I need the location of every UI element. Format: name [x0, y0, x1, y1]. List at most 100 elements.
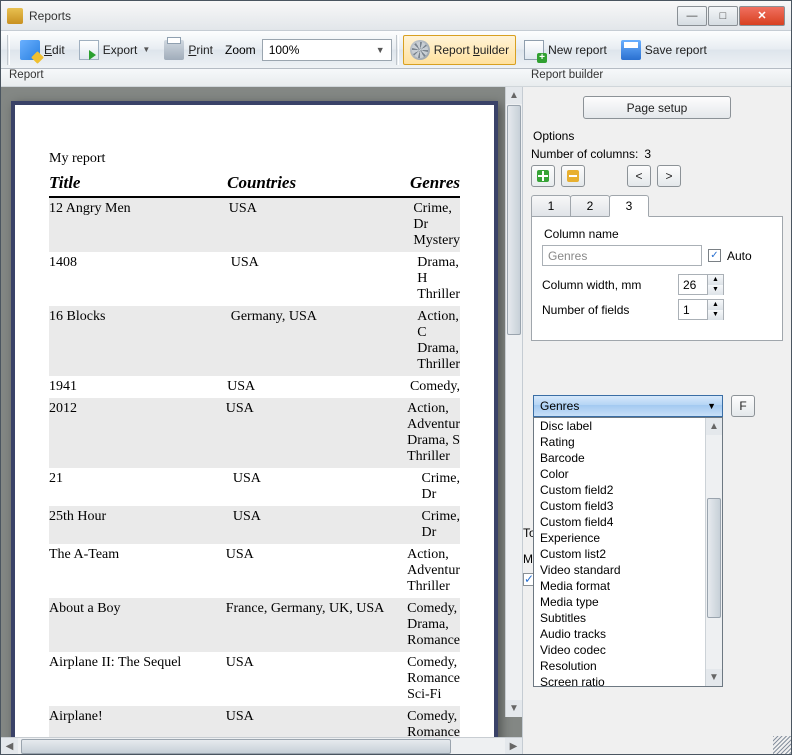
window-maximize-button[interactable]: □	[708, 6, 738, 26]
scroll-right-icon[interactable]: ▶	[505, 738, 522, 755]
combo-option[interactable]: Media type	[534, 594, 705, 610]
prev-column-button[interactable]: <	[627, 165, 651, 187]
preview-horizontal-scrollbar[interactable]: ◀ ▶	[1, 737, 522, 754]
cell-countries: USA	[233, 509, 422, 541]
app-window: Reports — □ ✕ Edit Export ▼ Print Zoom 1…	[0, 0, 792, 755]
cell-title: The A-Team	[49, 547, 226, 595]
list-scrollbar[interactable]: ▲ ▼	[705, 418, 722, 686]
chevron-down-icon: ▼	[707, 401, 716, 411]
combo-option[interactable]: Barcode	[534, 450, 705, 466]
cell-countries: USA	[226, 655, 407, 703]
save-icon	[621, 40, 641, 60]
scroll-thumb[interactable]	[507, 105, 521, 335]
table-row: 1408USADrama, H Thriller	[49, 252, 460, 306]
zoom-label: Zoom	[225, 43, 256, 57]
spin-up-icon[interactable]: ▲	[708, 300, 723, 310]
export-button[interactable]: Export ▼	[73, 35, 157, 65]
window-minimize-button[interactable]: —	[677, 6, 707, 26]
print-button[interactable]: Print	[158, 35, 219, 65]
window-title: Reports	[29, 9, 677, 23]
save-report-button[interactable]: Save report	[615, 35, 713, 65]
column-name-label: Column name	[544, 227, 772, 241]
combo-option[interactable]: Custom list2	[534, 546, 705, 562]
column-tabs: 1 2 3	[531, 195, 783, 217]
next-column-button[interactable]: >	[657, 165, 681, 187]
tab-1[interactable]: 1	[531, 195, 571, 217]
cell-title: 2012	[49, 401, 226, 465]
field-format-button[interactable]: F	[731, 395, 755, 417]
combo-option[interactable]: Video standard	[534, 562, 705, 578]
cell-countries: USA	[226, 547, 407, 595]
chevron-down-icon: ▼	[376, 45, 385, 55]
window-close-button[interactable]: ✕	[739, 6, 785, 26]
combo-option[interactable]: Video codec	[534, 642, 705, 658]
cell-title: Airplane!	[49, 709, 226, 737]
cell-genres: Drama, H Thriller	[417, 255, 460, 303]
scroll-down-icon[interactable]: ▼	[506, 700, 522, 717]
combo-option[interactable]: Disc label	[534, 418, 705, 434]
table-row: The A-TeamUSAAction, Adventur Thriller	[49, 544, 460, 598]
col-header-title: Title	[49, 173, 227, 193]
cell-title: 12 Angry Men	[49, 201, 229, 249]
add-column-button[interactable]	[531, 165, 555, 187]
page-setup-button[interactable]: Page setup	[583, 96, 731, 119]
scroll-left-icon[interactable]: ◀	[1, 738, 18, 755]
combo-option[interactable]: Rating	[534, 434, 705, 450]
report-builder-button[interactable]: Report builder	[403, 35, 516, 65]
field-combo[interactable]: Genres ▼ Disc labelRatingBarcodeColorCus…	[533, 395, 723, 687]
scroll-up-icon[interactable]: ▲	[706, 418, 722, 435]
combo-option[interactable]: Color	[534, 466, 705, 482]
tab-3[interactable]: 3	[609, 195, 649, 217]
field-combo-list[interactable]: Disc labelRatingBarcodeColorCustom field…	[533, 417, 723, 687]
combo-option[interactable]: Custom field4	[534, 514, 705, 530]
scroll-up-icon[interactable]: ▲	[506, 87, 522, 104]
scroll-thumb[interactable]	[707, 498, 721, 618]
num-fields-spinner[interactable]: ▲▼	[678, 299, 724, 320]
combo-option[interactable]: Audio tracks	[534, 626, 705, 642]
builder-pane-label: Report builder	[523, 69, 791, 86]
zoom-combo[interactable]: 100% ▼	[262, 39, 392, 61]
report-pane-label: Report	[1, 69, 523, 86]
preview-vertical-scrollbar[interactable]: ▲ ▼	[505, 87, 522, 717]
combo-option[interactable]: Screen ratio	[534, 674, 705, 687]
cell-genres: Action, Adventur Thriller	[407, 547, 460, 595]
cell-countries: USA	[226, 401, 407, 465]
column-name-input[interactable]	[542, 245, 702, 266]
edit-icon	[20, 40, 40, 60]
cell-title: Airplane II: The Sequel	[49, 655, 226, 703]
scroll-thumb[interactable]	[21, 739, 451, 754]
combo-option[interactable]: Subtitles	[534, 610, 705, 626]
combo-option[interactable]: Media format	[534, 578, 705, 594]
cell-title: 25th Hour	[49, 509, 233, 541]
gear-icon	[410, 40, 430, 60]
combo-option[interactable]: Experience	[534, 530, 705, 546]
cell-title: About a Boy	[49, 601, 226, 649]
cell-countries: USA	[233, 471, 422, 503]
combo-option[interactable]: Custom field2	[534, 482, 705, 498]
edit-button[interactable]: Edit	[14, 35, 71, 65]
col-header-genres: Genres	[410, 173, 460, 193]
cell-title: 21	[49, 471, 233, 503]
spin-down-icon[interactable]: ▼	[708, 310, 723, 320]
col-header-countries: Countries	[227, 173, 410, 193]
auto-checkbox[interactable]: ✓	[708, 249, 721, 262]
cell-genres: Crime, Dr Mystery	[413, 201, 460, 249]
cell-genres: Action, C Drama, Thriller	[417, 309, 460, 373]
report-preview-pane: My report Title Countries Genres 12 Angr…	[1, 87, 523, 754]
combo-option[interactable]: Resolution	[534, 658, 705, 674]
report-builder-pane: Page setup Options Number of columns: 3	[523, 87, 791, 754]
num-fields-label: Number of fields	[542, 303, 672, 317]
resize-grip[interactable]	[773, 736, 791, 754]
new-report-button[interactable]: New report	[518, 35, 613, 65]
spin-down-icon[interactable]: ▼	[708, 285, 723, 295]
column-width-spinner[interactable]: ▲▼	[678, 274, 724, 295]
cell-genres: Comedy, Romance Sci-Fi	[407, 655, 460, 703]
combo-option[interactable]: Custom field3	[534, 498, 705, 514]
cell-countries: Germany, USA	[231, 309, 418, 373]
cell-countries: France, Germany, UK, USA	[226, 601, 407, 649]
remove-column-button[interactable]	[561, 165, 585, 187]
spin-up-icon[interactable]: ▲	[708, 275, 723, 285]
table-row: 1941USAComedy,	[49, 376, 460, 398]
scroll-down-icon[interactable]: ▼	[706, 669, 722, 686]
tab-2[interactable]: 2	[570, 195, 610, 217]
